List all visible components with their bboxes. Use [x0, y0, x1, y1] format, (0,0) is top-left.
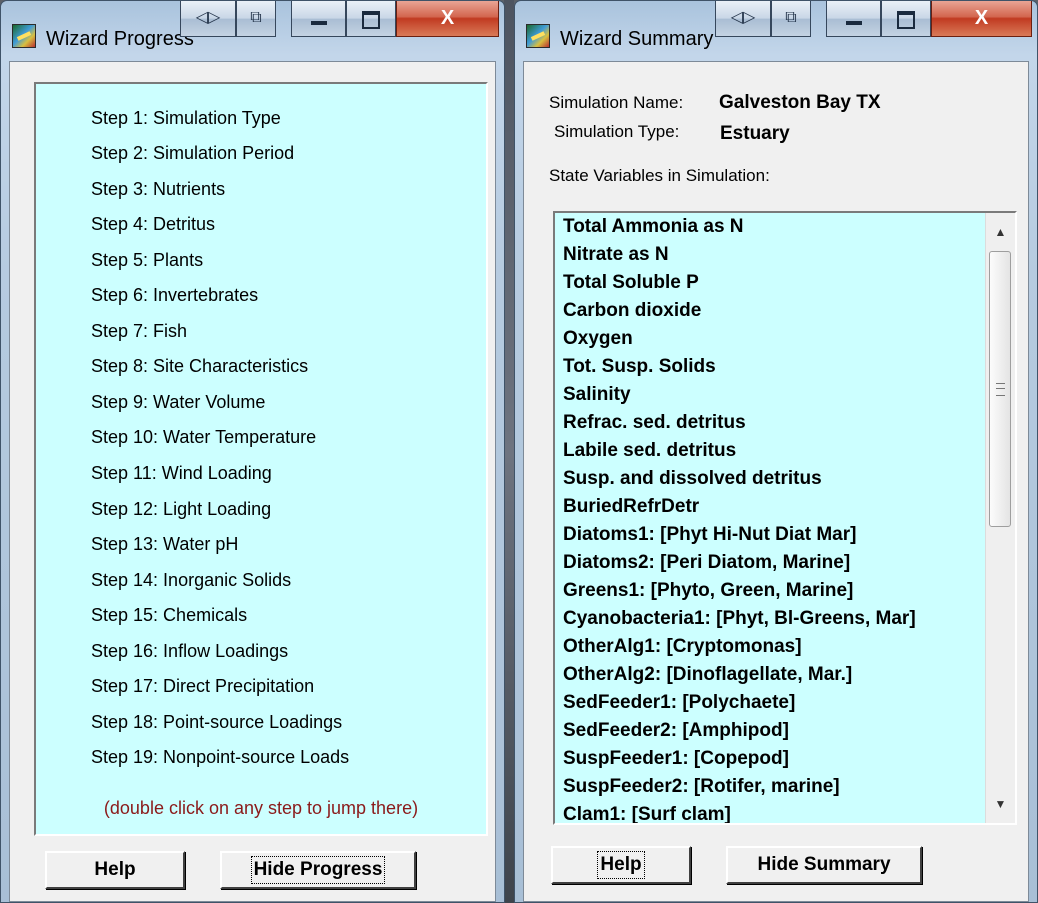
back-forward-button[interactable]: ◁▷ [715, 1, 771, 37]
list-item[interactable]: Diatoms1: [Phyt Hi-Nut Diat Mar] [563, 524, 856, 546]
list-item[interactable]: Labile sed. detritus [563, 440, 736, 462]
client-area: Step 1: Simulation Type Step 2: Simulati… [9, 61, 496, 902]
list-item[interactable]: Tot. Susp. Solids [563, 356, 716, 378]
step-item-4[interactable]: Step 4: Detritus [91, 214, 215, 235]
minimize-button[interactable] [826, 1, 881, 37]
list-item[interactable]: Total Soluble P [563, 272, 699, 294]
maximize-button[interactable] [346, 1, 396, 37]
step-item-9[interactable]: Step 9: Water Volume [91, 392, 265, 413]
list-item[interactable]: OtherAlg1: [Cryptomonas] [563, 636, 802, 658]
restore-button[interactable]: ⧉ [236, 1, 276, 37]
list-item[interactable]: Oxygen [563, 328, 633, 350]
list-item[interactable]: Salinity [563, 384, 631, 406]
list-item[interactable]: SedFeeder1: [Polychaete] [563, 692, 795, 714]
list-item[interactable]: SuspFeeder2: [Rotifer, marine] [563, 776, 840, 798]
help-button-label: Help [597, 851, 645, 879]
hide-progress-label: Hide Progress [250, 856, 386, 884]
step-item-5[interactable]: Step 5: Plants [91, 250, 203, 271]
hide-summary-label: Hide Summary [757, 854, 891, 875]
step-item-8[interactable]: Step 8: Site Characteristics [91, 356, 308, 377]
list-item[interactable]: Greens1: [Phyto, Green, Marine] [563, 580, 853, 602]
step-list[interactable]: Step 1: Simulation Type Step 2: Simulati… [34, 82, 488, 836]
window-title: Wizard Progress [46, 28, 194, 50]
simulation-name-value: Galveston Bay TX [719, 92, 881, 113]
list-item[interactable]: Susp. and dissolved detritus [563, 468, 822, 490]
step-item-7[interactable]: Step 7: Fish [91, 321, 187, 342]
list-item[interactable]: Diatoms2: [Peri Diatom, Marine] [563, 552, 850, 574]
list-item[interactable]: Clam1: [Surf clam] [563, 804, 731, 823]
step-item-16[interactable]: Step 16: Inflow Loadings [91, 641, 288, 662]
list-item[interactable]: Refrac. sed. detritus [563, 412, 746, 434]
step-item-1[interactable]: Step 1: Simulation Type [91, 108, 281, 129]
list-item[interactable]: BuriedRefrDetr [563, 496, 699, 518]
chevron-down-icon: ▼ [994, 797, 1007, 811]
step-item-14[interactable]: Step 14: Inorganic Solids [91, 570, 291, 591]
step-item-3[interactable]: Step 3: Nutrients [91, 179, 225, 200]
step-item-10[interactable]: Step 10: Water Temperature [91, 427, 316, 448]
hide-summary-button[interactable]: Hide Summary [726, 846, 922, 884]
scrollbar-thumb[interactable] [989, 251, 1011, 527]
step-item-2[interactable]: Step 2: Simulation Period [91, 143, 294, 164]
restore-button[interactable]: ⧉ [771, 1, 811, 37]
help-button[interactable]: Help [551, 846, 691, 884]
maximize-button[interactable] [881, 1, 931, 37]
client-area: Simulation Name: Galveston Bay TX Simula… [523, 61, 1029, 902]
jump-hint: (double click on any step to jump there) [103, 798, 419, 818]
list-item[interactable]: Cyanobacteria1: [Phyt, Bl-Greens, Mar] [563, 608, 916, 630]
app-icon [526, 24, 550, 48]
back-forward-button[interactable]: ◁▷ [180, 1, 236, 37]
grip-icon [996, 383, 1005, 396]
help-button[interactable]: Help [45, 851, 185, 889]
close-button[interactable]: X [931, 1, 1032, 37]
window-title: Wizard Summary [560, 28, 714, 50]
state-variables-list[interactable]: Total Ammonia as N Nitrate as N Total So… [553, 211, 1017, 825]
list-item[interactable]: Nitrate as N [563, 244, 669, 266]
hide-progress-button[interactable]: Hide Progress [220, 851, 416, 889]
close-button[interactable]: X [396, 1, 499, 37]
step-item-12[interactable]: Step 12: Light Loading [91, 499, 271, 520]
step-item-17[interactable]: Step 17: Direct Precipitation [91, 676, 314, 697]
help-button-label: Help [94, 859, 136, 880]
scroll-up-button[interactable]: ▲ [986, 217, 1015, 247]
restore-icon: ⧉ [250, 9, 262, 26]
list-item[interactable]: SuspFeeder1: [Copepod] [563, 748, 789, 770]
wizard-summary-window: Wizard Summary ◁▷ ⧉ X Simulation Name: G… [514, 0, 1038, 903]
back-forward-icon: ◁▷ [195, 9, 221, 26]
titlebar[interactable]: Wizard Summary ◁▷ ⧉ X [515, 1, 1037, 61]
step-item-11[interactable]: Step 11: Wind Loading [91, 463, 272, 484]
close-icon: X [440, 7, 455, 29]
simulation-type-label: Simulation Type: [554, 122, 680, 141]
wizard-progress-window: Wizard Progress ◁▷ ⧉ X Step 1: Simulatio… [0, 0, 505, 903]
list-item[interactable]: SedFeeder2: [Amphipod] [563, 720, 789, 742]
list-item[interactable]: Total Ammonia as N [563, 216, 744, 238]
simulation-type-value: Estuary [720, 123, 790, 144]
titlebar[interactable]: Wizard Progress ◁▷ ⧉ X [1, 1, 504, 61]
back-forward-icon: ◁▷ [730, 9, 756, 26]
step-item-18[interactable]: Step 18: Point-source Loadings [91, 712, 342, 733]
step-item-13[interactable]: Step 13: Water pH [91, 534, 238, 555]
scroll-down-button[interactable]: ▼ [986, 789, 1015, 819]
vertical-scrollbar[interactable]: ▲ ▼ [985, 213, 1015, 823]
step-item-19[interactable]: Step 19: Nonpoint-source Loads [91, 747, 349, 768]
step-item-15[interactable]: Step 15: Chemicals [91, 605, 247, 626]
list-item[interactable]: OtherAlg2: [Dinoflagellate, Mar.] [563, 664, 852, 686]
close-icon: X [974, 7, 989, 29]
list-item[interactable]: Carbon dioxide [563, 300, 701, 322]
simulation-name-label: Simulation Name: [549, 93, 684, 112]
step-item-6[interactable]: Step 6: Invertebrates [91, 285, 258, 306]
restore-icon: ⧉ [785, 9, 797, 26]
desktop-background [504, 0, 514, 903]
minimize-button[interactable] [291, 1, 346, 37]
state-variables-heading: State Variables in Simulation: [549, 166, 770, 185]
chevron-up-icon: ▲ [994, 225, 1007, 239]
app-icon [12, 24, 36, 48]
